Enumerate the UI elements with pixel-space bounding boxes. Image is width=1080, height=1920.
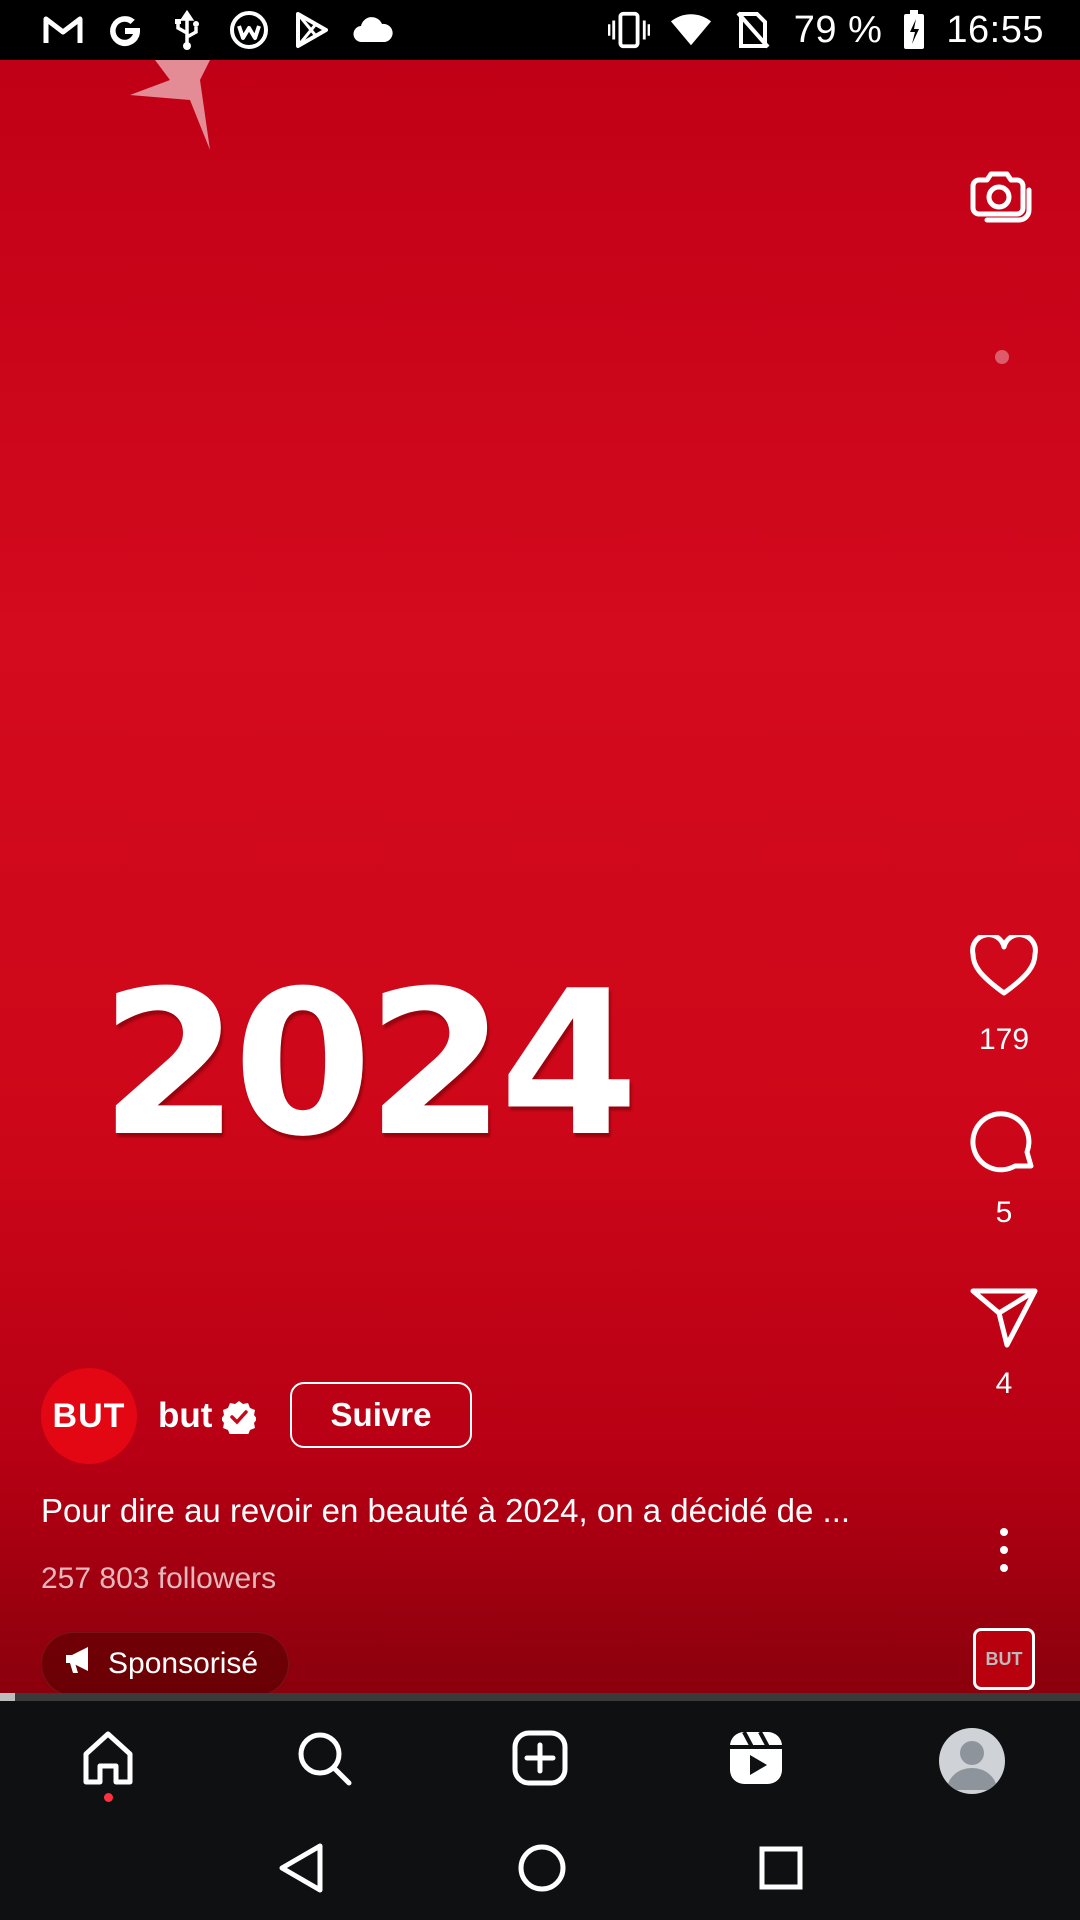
- gmail-icon: [42, 9, 84, 51]
- status-bar: 79 % 16:55: [0, 0, 1080, 60]
- share-count: 4: [995, 1367, 1013, 1400]
- vibrate-icon: [607, 9, 650, 51]
- caption[interactable]: Pour dire au revoir en beauté à 2024, on…: [41, 1492, 850, 1530]
- nav-create[interactable]: [485, 1706, 595, 1816]
- create-icon[interactable]: [510, 1728, 570, 1793]
- comment-action[interactable]: 5: [944, 1108, 1064, 1230]
- camera-icon[interactable]: [965, 160, 1035, 230]
- verified-badge-icon: [221, 1400, 257, 1437]
- bottom-nav: [0, 1701, 1080, 1820]
- nav-profile[interactable]: [917, 1706, 1027, 1816]
- battery-percent: 79 %: [793, 8, 883, 51]
- recents-icon[interactable]: [758, 1845, 804, 1896]
- back-icon[interactable]: [276, 1842, 326, 1899]
- status-left-icons: [42, 9, 394, 51]
- share-action[interactable]: 4: [944, 1285, 1064, 1401]
- nav-search[interactable]: [269, 1706, 379, 1816]
- home-icon[interactable]: [78, 1728, 138, 1793]
- clock: 16:55: [946, 8, 1044, 51]
- video-progress-bar[interactable]: [0, 1693, 1080, 1701]
- video-speck: [995, 350, 1009, 364]
- audio-thumb-text: BUT: [985, 1648, 1023, 1669]
- system-nav-bar: [0, 1820, 1080, 1920]
- headline-text: 2024: [100, 948, 639, 1181]
- battery-icon: [902, 9, 926, 51]
- followers-count: 257 803 followers: [41, 1562, 277, 1595]
- cloud-icon: [352, 9, 394, 51]
- nav-reels[interactable]: [701, 1706, 811, 1816]
- like-count: 179: [978, 1023, 1030, 1056]
- sponsored-label: Sponsorisé: [108, 1647, 259, 1680]
- video-progress-fill: [0, 1693, 16, 1701]
- like-action[interactable]: 179: [944, 935, 1064, 1057]
- google-icon: [104, 9, 146, 51]
- profile-icon[interactable]: [939, 1727, 1005, 1794]
- more-options-icon[interactable]: [992, 1526, 1016, 1574]
- send-icon[interactable]: [969, 1285, 1039, 1349]
- notification-dot: [104, 1792, 113, 1802]
- wifi-icon: [670, 9, 712, 51]
- username[interactable]: but: [158, 1396, 212, 1436]
- usb-icon: [166, 9, 208, 51]
- megaphone-icon: [64, 1646, 94, 1682]
- nav-home[interactable]: [53, 1706, 163, 1816]
- play-store-icon: [290, 9, 332, 51]
- status-right-icons: 79 % 16:55: [607, 8, 1044, 52]
- audio-thumbnail[interactable]: BUT: [973, 1628, 1035, 1690]
- reel-video[interactable]: 2024 179 5 4 BUT but Suivre Pour dire au…: [0, 60, 1080, 1693]
- avatar[interactable]: BUT: [41, 1368, 137, 1464]
- app-icon: [228, 9, 270, 51]
- no-sim-icon: [732, 9, 774, 51]
- reels-icon[interactable]: [726, 1728, 786, 1793]
- comment-icon[interactable]: [969, 1108, 1039, 1178]
- comment-count: 5: [995, 1196, 1013, 1229]
- sponsored-badge[interactable]: Sponsorisé: [41, 1632, 290, 1693]
- search-icon[interactable]: [294, 1728, 354, 1793]
- star-decoration: [130, 60, 210, 150]
- follow-button[interactable]: Suivre: [290, 1382, 472, 1448]
- home-circle-icon[interactable]: [516, 1842, 568, 1899]
- heart-icon[interactable]: [969, 935, 1039, 999]
